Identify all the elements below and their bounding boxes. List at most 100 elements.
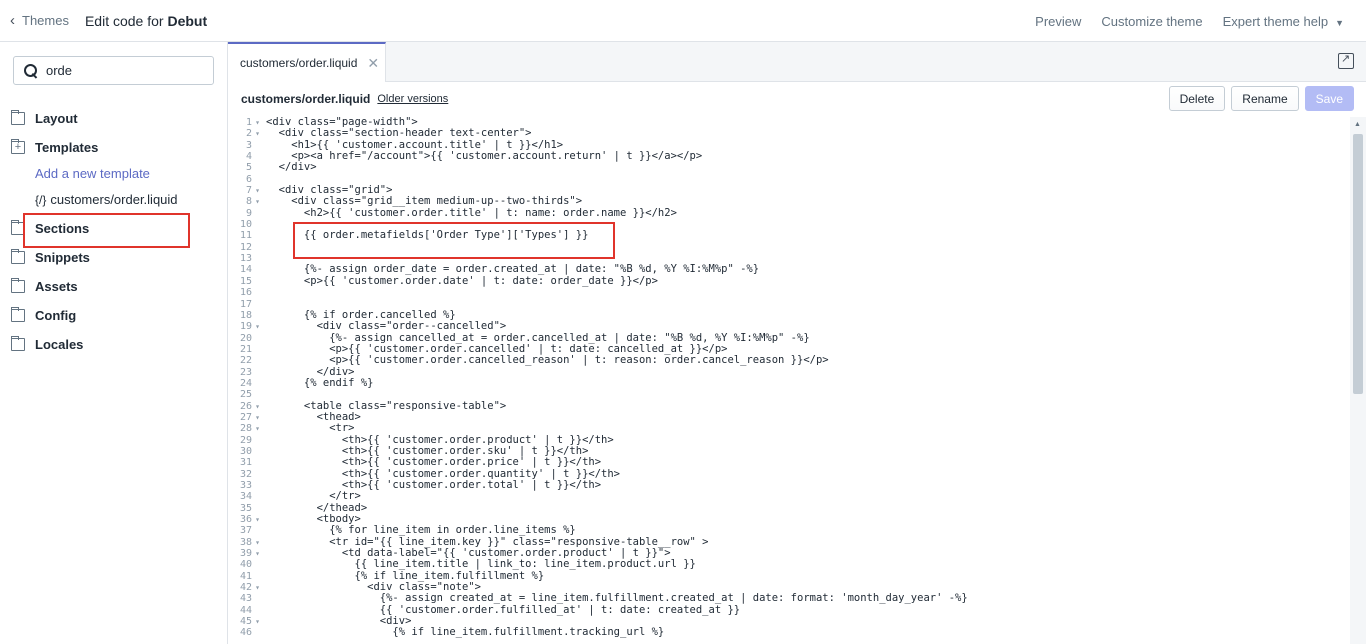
code-line[interactable]: 15 <p>{{ 'customer.order.date' | t: date… — [228, 275, 1350, 287]
fold-arrow-icon[interactable] — [252, 230, 263, 241]
fold-arrow-icon[interactable]: ▾ — [252, 128, 263, 139]
fold-arrow-icon[interactable] — [252, 480, 263, 491]
fold-arrow-icon[interactable] — [252, 491, 263, 502]
back-to-themes-link[interactable]: ‹ Themes — [10, 12, 69, 29]
fullscreen-icon[interactable] — [1338, 52, 1354, 69]
code-line[interactable]: 25 — [228, 389, 1350, 400]
close-icon[interactable]: ✕ — [367, 55, 379, 72]
fold-arrow-icon[interactable]: ▾ — [252, 412, 263, 423]
line-number: 28 — [239, 423, 252, 435]
fold-arrow-icon[interactable] — [252, 276, 263, 287]
fold-arrow-icon[interactable] — [252, 219, 263, 230]
file-item-customers-order[interactable]: {/} customers/order.liquid — [11, 185, 221, 214]
code-line[interactable]: 28 ▾ <tr> — [228, 422, 1350, 435]
code-line[interactable]: 27 ▾ <thead> — [228, 411, 1350, 423]
file-sidebar: orde Layout + Templates Add a new templa… — [0, 42, 228, 644]
editor-scrollbar[interactable]: ▲ — [1350, 117, 1366, 644]
code-line[interactable]: 31 <th>{{ 'customer.order.price' | t }}<… — [228, 456, 1350, 468]
fold-arrow-icon[interactable] — [252, 525, 263, 536]
line-number: 27 — [239, 411, 252, 423]
fold-arrow-icon[interactable] — [252, 435, 263, 446]
code-line[interactable]: 6 — [228, 174, 1350, 185]
rename-button[interactable]: Rename — [1231, 86, 1299, 111]
fold-arrow-icon[interactable]: ▾ — [252, 537, 263, 548]
code-line[interactable]: 46 {% if line_item.fulfillment.tracking_… — [228, 627, 1350, 639]
fold-arrow-icon[interactable] — [252, 208, 263, 219]
add-new-template-link[interactable]: Add a new template — [11, 162, 221, 185]
code-text: <p><a href="/account">{{ 'customer.accou… — [266, 150, 703, 163]
fold-arrow-icon[interactable] — [252, 389, 263, 400]
file-search-input[interactable]: orde — [13, 56, 214, 85]
code-text: <div class="order--cancelled"> — [266, 320, 507, 333]
delete-button[interactable]: Delete — [1168, 86, 1226, 111]
fold-arrow-icon[interactable] — [252, 333, 263, 344]
code-line[interactable]: 9 <h2>{{ 'customer.order.title' | t: nam… — [228, 206, 1350, 219]
fold-arrow-icon[interactable] — [252, 310, 263, 321]
fold-arrow-icon[interactable] — [252, 264, 263, 275]
code-line[interactable]: 34 </tr> — [228, 490, 1350, 502]
line-number: 38 — [239, 536, 252, 548]
fold-arrow-icon[interactable] — [252, 627, 263, 638]
save-button[interactable]: Save — [1304, 86, 1354, 111]
code-text: <h2>{{ 'customer.order.title' | t: name:… — [266, 206, 677, 219]
fold-arrow-icon[interactable] — [252, 344, 263, 355]
fold-arrow-icon[interactable]: ▾ — [252, 616, 263, 627]
fold-arrow-icon[interactable] — [252, 559, 263, 570]
older-versions-link[interactable]: Older versions — [377, 93, 448, 105]
folder-label: Assets — [35, 279, 78, 294]
preview-link[interactable]: Preview — [1035, 14, 1081, 29]
fold-arrow-icon[interactable] — [252, 469, 263, 480]
fold-arrow-icon[interactable] — [252, 140, 263, 151]
line-number: 30 — [239, 445, 252, 457]
expert-help-menu[interactable]: Expert theme help ▼ — [1223, 14, 1344, 29]
fold-arrow-icon[interactable]: ▾ — [252, 582, 263, 593]
fold-arrow-icon[interactable] — [252, 287, 263, 298]
fold-arrow-icon[interactable]: ▾ — [252, 401, 263, 412]
folder-templates[interactable]: + Templates — [11, 133, 221, 162]
fold-arrow-icon[interactable] — [252, 253, 263, 264]
fold-arrow-icon[interactable] — [252, 605, 263, 616]
tab-customers-order[interactable]: customers/order.liquid ✕ — [228, 42, 386, 82]
fold-arrow-icon[interactable] — [252, 446, 263, 457]
code-line[interactable]: 23 </div> — [228, 366, 1350, 378]
top-bar: ‹ Themes Edit code for Debut Preview Cus… — [0, 0, 1366, 42]
fold-arrow-icon[interactable] — [252, 378, 263, 389]
fold-arrow-icon[interactable]: ▾ — [252, 514, 263, 525]
code-line[interactable]: 24 {% endif %} — [228, 377, 1350, 389]
fold-arrow-icon[interactable]: ▾ — [252, 423, 263, 434]
fold-arrow-icon[interactable] — [252, 299, 263, 310]
fold-arrow-icon[interactable] — [252, 242, 263, 253]
fold-arrow-icon[interactable] — [252, 503, 263, 514]
code-line[interactable]: 5 </div> — [228, 162, 1350, 174]
fold-arrow-icon[interactable] — [252, 151, 263, 162]
fold-arrow-icon[interactable] — [252, 355, 263, 366]
code-line[interactable]: 2 ▾ <div class="section-header text-cente… — [228, 127, 1350, 139]
fold-arrow-icon[interactable]: ▾ — [252, 196, 263, 207]
code-line[interactable]: 33 <th>{{ 'customer.order.total' | t }}<… — [228, 479, 1350, 491]
fold-arrow-icon[interactable]: ▾ — [252, 321, 263, 332]
folder-config[interactable]: Config — [11, 301, 221, 330]
fold-arrow-icon[interactable] — [252, 174, 263, 185]
code-line[interactable]: 35 </thead> — [228, 502, 1350, 514]
fold-arrow-icon[interactable]: ▾ — [252, 548, 263, 559]
code-line[interactable]: 16 — [228, 287, 1350, 298]
fold-arrow-icon[interactable] — [252, 593, 263, 604]
fold-arrow-icon[interactable] — [252, 367, 263, 378]
folder-assets[interactable]: Assets — [11, 272, 221, 301]
fold-arrow-icon[interactable] — [252, 162, 263, 173]
code-editor[interactable]: 1 ▾ <div class="page-width"> 2 ▾ <div class=… — [228, 117, 1350, 644]
code-line[interactable]: 19 ▾ <div class="order--cancelled"> — [228, 320, 1350, 333]
scroll-up-icon[interactable]: ▲ — [1354, 121, 1361, 128]
fold-arrow-icon[interactable]: ▾ — [252, 117, 263, 128]
code-line[interactable]: 4 <p><a href="/account">{{ 'customer.acc… — [228, 150, 1350, 163]
code-line[interactable]: 26 ▾ <table class="responsive-table"> — [228, 400, 1350, 412]
fold-arrow-icon[interactable]: ▾ — [252, 185, 263, 196]
folder-layout[interactable]: Layout — [11, 104, 221, 133]
fold-arrow-icon[interactable] — [252, 571, 263, 582]
scrollbar-thumb[interactable] — [1353, 134, 1363, 394]
folder-locales[interactable]: Locales — [11, 330, 221, 359]
fold-arrow-icon[interactable] — [252, 457, 263, 468]
customize-theme-link[interactable]: Customize theme — [1101, 14, 1202, 29]
code-line[interactable]: 22 <p>{{ 'customer.order.cancelled_reaso… — [228, 354, 1350, 366]
